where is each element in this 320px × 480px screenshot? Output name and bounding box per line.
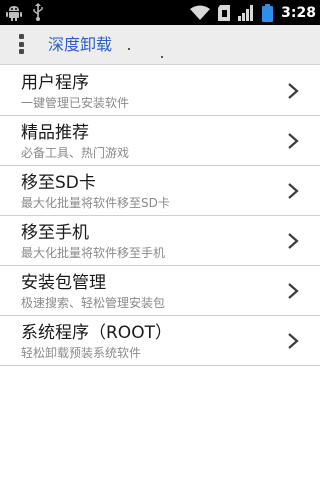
- page-title: 深度卸载: [48, 35, 113, 54]
- signal-icon: [238, 4, 254, 21]
- android-debug-icon: [6, 6, 22, 21]
- list-item-title: 移至手机: [21, 223, 89, 243]
- chevron-right-icon: [288, 133, 299, 149]
- sd-card-icon: [218, 4, 231, 21]
- list-item-title: 系统程序（ROOT）: [21, 323, 172, 343]
- chevron-right-icon: [288, 183, 299, 199]
- list-item-subtitle: 极速搜索、轻松管理安装包: [21, 296, 166, 310]
- menu-dots-icon[interactable]: [19, 34, 25, 54]
- menu-dot: [19, 41, 24, 47]
- usb-icon: [33, 3, 43, 21]
- wifi-icon: [190, 5, 211, 20]
- list-item-subtitle: 一键管理已安装软件: [21, 96, 130, 110]
- status-bar: 3:28: [0, 0, 320, 25]
- list-item-recommended[interactable]: 精品推荐 必备工具、热门游戏: [0, 116, 320, 166]
- title-dot: [128, 48, 130, 50]
- list-item-system-apps[interactable]: 系统程序（ROOT） 轻松卸载预装系统软件: [0, 316, 320, 366]
- list-item-subtitle: 必备工具、热门游戏: [21, 146, 130, 160]
- list-item-user-apps[interactable]: 用户程序 一键管理已安装软件: [0, 66, 320, 116]
- status-bar-right: 3:28: [190, 2, 316, 23]
- list-item-package-manager[interactable]: 安装包管理 极速搜索、轻松管理安装包: [0, 266, 320, 316]
- list-item-title: 精品推荐: [21, 123, 89, 143]
- list-item-title: 安装包管理: [21, 273, 106, 293]
- list-item-subtitle: 最大化批量将软件移至SD卡: [21, 196, 170, 210]
- status-bar-left: [6, 3, 44, 21]
- list-item-subtitle: 最大化批量将软件移至手机: [21, 246, 166, 260]
- list-item-title: 用户程序: [21, 73, 89, 93]
- chevron-right-icon: [288, 283, 299, 299]
- chevron-right-icon: [288, 83, 299, 99]
- list-item-move-to-sd[interactable]: 移至SD卡 最大化批量将软件移至SD卡: [0, 166, 320, 216]
- title-dot: [161, 56, 163, 58]
- chevron-right-icon: [288, 333, 299, 349]
- battery-icon: [262, 3, 274, 22]
- menu-list: 用户程序 一键管理已安装软件 精品推荐 必备工具、热门游戏 移至SD卡 最大化批…: [0, 66, 320, 366]
- app-header: 深度卸载: [0, 25, 320, 65]
- list-item-subtitle: 轻松卸载预装系统软件: [21, 346, 142, 360]
- status-time: 3:28: [281, 4, 316, 21]
- menu-dot: [19, 34, 24, 39]
- list-item-title: 移至SD卡: [21, 173, 96, 193]
- list-item-move-to-phone[interactable]: 移至手机 最大化批量将软件移至手机: [0, 216, 320, 266]
- menu-dot: [19, 49, 24, 54]
- chevron-right-icon: [288, 233, 299, 249]
